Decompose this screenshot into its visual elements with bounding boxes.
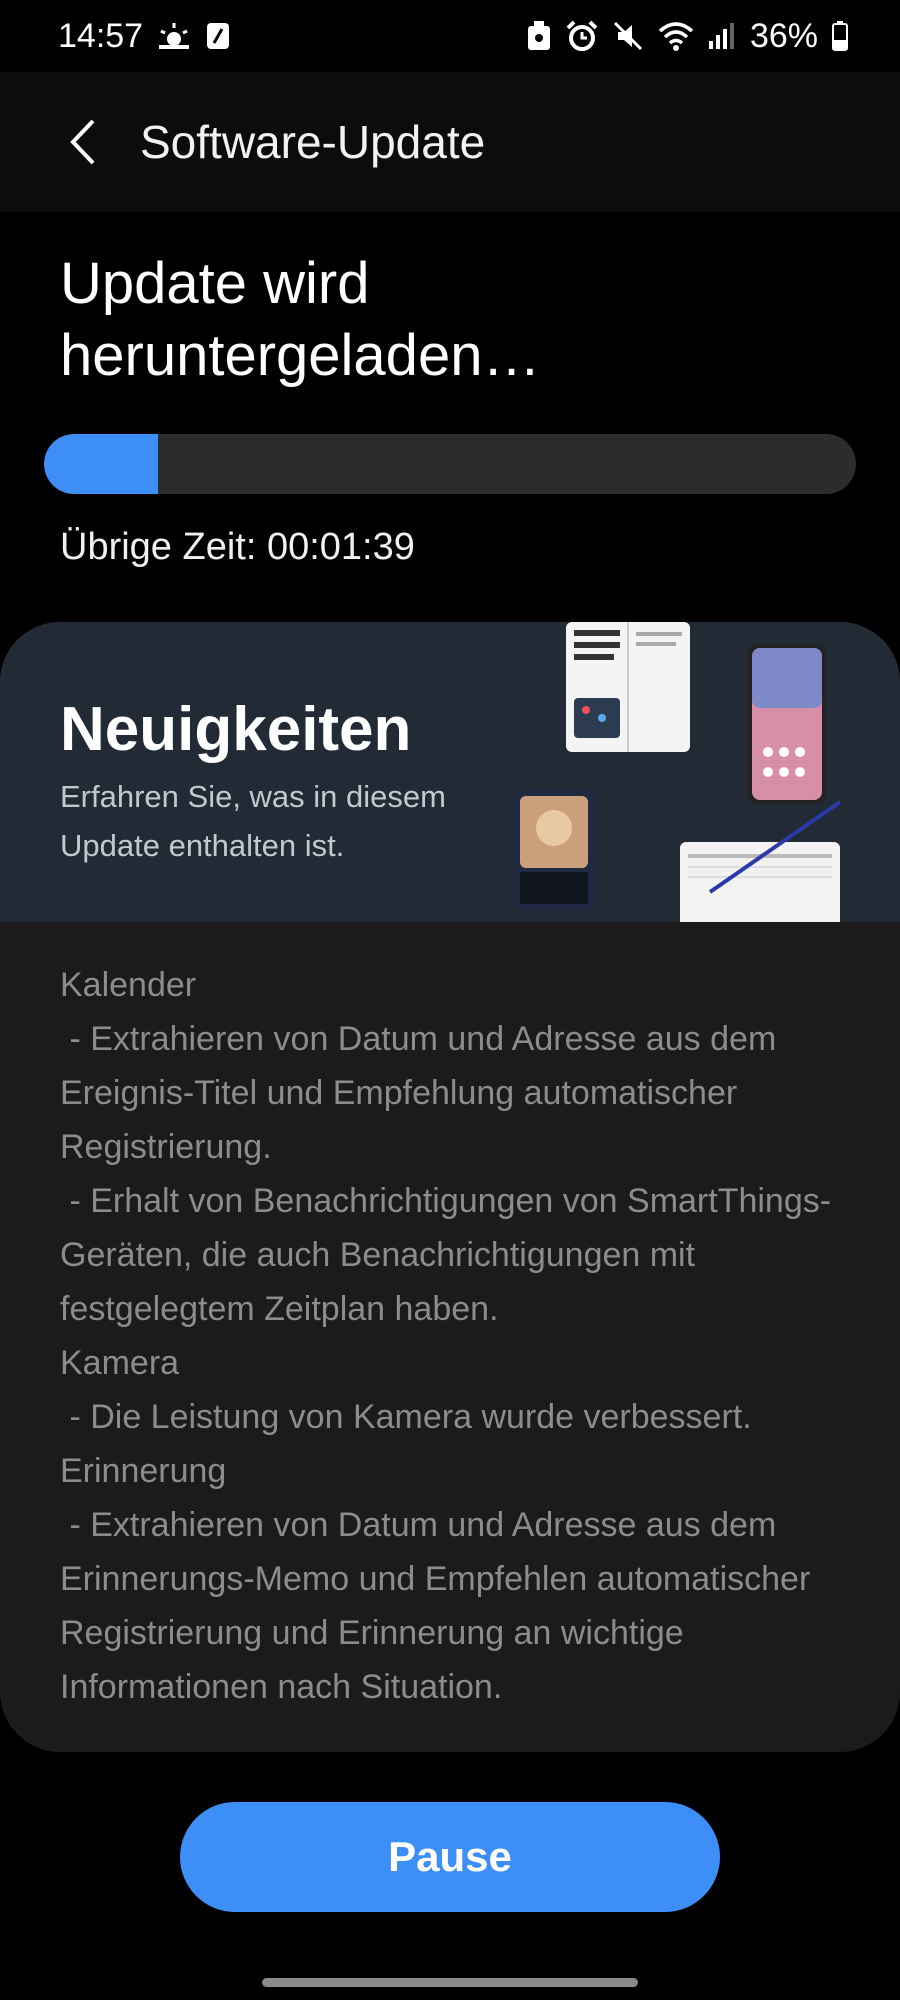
pause-button[interactable]: Pause <box>180 1802 720 1912</box>
alarm-icon <box>566 20 598 52</box>
back-button[interactable] <box>38 97 128 187</box>
battery-percent: 36% <box>749 16 818 55</box>
download-progress-fill <box>44 434 158 494</box>
android-lock-icon <box>526 20 552 52</box>
weather-sun-icon <box>157 21 191 51</box>
whats-new-card[interactable]: Neuigkeiten Erfahren Sie, was in diesem … <box>0 622 900 1752</box>
download-status-title: Update wird heruntergeladen… <box>60 251 541 388</box>
signal-icon <box>708 21 736 51</box>
wifi-icon <box>658 21 694 51</box>
status-time: 14:57 <box>58 16 144 55</box>
whats-new-header: Neuigkeiten Erfahren Sie, was in diesem … <box>0 622 900 932</box>
devices-illustration <box>510 622 870 932</box>
download-progress-bar <box>44 434 856 494</box>
battery-icon <box>832 21 848 51</box>
status-bar: 14:57 36% <box>0 0 900 72</box>
whats-new-title: Neuigkeiten <box>60 695 412 764</box>
mute-icon <box>612 20 644 52</box>
page-title: Software-Update <box>140 116 486 168</box>
release-notes: Kalender - Extrahieren von Datum und Adr… <box>60 966 832 1706</box>
home-gesture-bar[interactable] <box>262 1978 638 1987</box>
app-bar: Software-Update <box>0 72 900 212</box>
whats-new-subtitle: Erfahren Sie, was in diesem Update entha… <box>60 779 446 863</box>
nfc-tag-icon <box>205 21 231 51</box>
remaining-time: Übrige Zeit: 00:01:39 <box>60 526 415 568</box>
back-arrow-icon <box>70 119 95 165</box>
